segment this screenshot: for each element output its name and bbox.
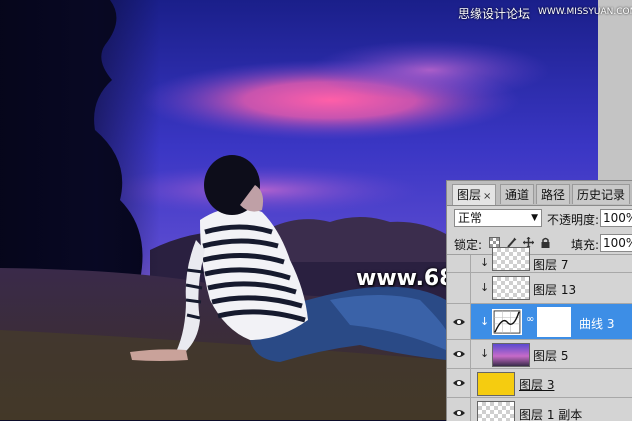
lock-label: 锁定: bbox=[454, 238, 483, 252]
blend-mode-value: 正常 bbox=[458, 211, 483, 225]
opacity-input[interactable]: 100% bbox=[600, 209, 632, 227]
clip-arrow-icon: ↓ bbox=[480, 347, 490, 360]
tab-layers-label: 图层 bbox=[457, 188, 482, 202]
layer-row[interactable]: 图层 1 副本 bbox=[447, 398, 632, 421]
tab-history[interactable]: 历史记录 bbox=[572, 184, 631, 204]
layer-name: 图层 5 bbox=[533, 349, 569, 363]
layer-thumbnail bbox=[492, 247, 530, 271]
layer-thumbnail bbox=[477, 372, 515, 396]
clip-arrow-icon: ↓ bbox=[480, 314, 490, 328]
visibility-toggle[interactable] bbox=[447, 255, 471, 272]
curves-adjustment-icon bbox=[492, 309, 522, 335]
tab-layers[interactable]: 图层 × bbox=[452, 184, 497, 205]
visibility-toggle[interactable] bbox=[447, 398, 471, 421]
layer-thumbnail bbox=[492, 343, 530, 367]
lock-all-icon[interactable] bbox=[540, 237, 551, 248]
layer-name: 图层 3 bbox=[519, 378, 555, 392]
tab-paths[interactable]: 路径 bbox=[536, 184, 571, 204]
blend-mode-select[interactable]: 正常 ▼ bbox=[454, 209, 542, 227]
visibility-toggle[interactable] bbox=[447, 304, 471, 339]
watermark-url: WWW.MISSYUAN.COM bbox=[538, 7, 632, 17]
layer-thumbnail bbox=[477, 401, 515, 421]
layer-name: 图层 1 副本 bbox=[519, 408, 583, 421]
chain-link-icon: ∞ bbox=[526, 314, 535, 325]
clip-arrow-icon: ↓ bbox=[480, 255, 490, 269]
eye-icon bbox=[453, 380, 465, 386]
layer-name: 图层 7 bbox=[533, 258, 569, 272]
visibility-toggle[interactable] bbox=[447, 273, 471, 303]
dropdown-arrow-icon: ▼ bbox=[531, 213, 538, 223]
layer-row[interactable]: ↓ 图层 7 bbox=[447, 247, 632, 273]
opacity-label: 不透明度: bbox=[547, 213, 600, 227]
blend-row: 正常 ▼ 不透明度: 100% bbox=[447, 206, 632, 230]
visibility-toggle[interactable] bbox=[447, 340, 471, 368]
eye-icon bbox=[453, 409, 465, 416]
layer-name: 曲线 3 bbox=[579, 317, 615, 331]
layer-row-selected[interactable]: ↓ ∞ 曲线 3 bbox=[447, 304, 632, 340]
eye-icon bbox=[453, 351, 465, 357]
close-icon[interactable]: × bbox=[483, 191, 491, 202]
fill-input[interactable]: 100% bbox=[600, 234, 632, 252]
eye-icon bbox=[453, 318, 465, 325]
fill-label: 填充: bbox=[571, 238, 600, 252]
layer-row[interactable]: ↓ 图层 5 bbox=[447, 340, 632, 369]
layer-mask-thumbnail bbox=[537, 307, 571, 337]
layer-row[interactable]: ↓ 图层 13 bbox=[447, 273, 632, 304]
layer-name: 图层 13 bbox=[533, 283, 577, 297]
clip-arrow-icon: ↓ bbox=[480, 281, 490, 294]
layer-thumbnail bbox=[492, 276, 530, 300]
panel-tabs: 图层 × 通道 路径 历史记录 bbox=[447, 181, 632, 206]
visibility-toggle[interactable] bbox=[447, 369, 471, 397]
tab-channels[interactable]: 通道 bbox=[500, 184, 535, 204]
watermark-forum: 思缘设计论坛 bbox=[458, 7, 531, 21]
layers-panel: 图层× 通道 路径 历史记录 正常 ▼ 不透明度: 100% 锁定: 填充: bbox=[446, 180, 632, 421]
lock-row: 锁定: 填充: 100% bbox=[447, 232, 632, 255]
layer-row[interactable]: 图层 3 bbox=[447, 369, 632, 398]
